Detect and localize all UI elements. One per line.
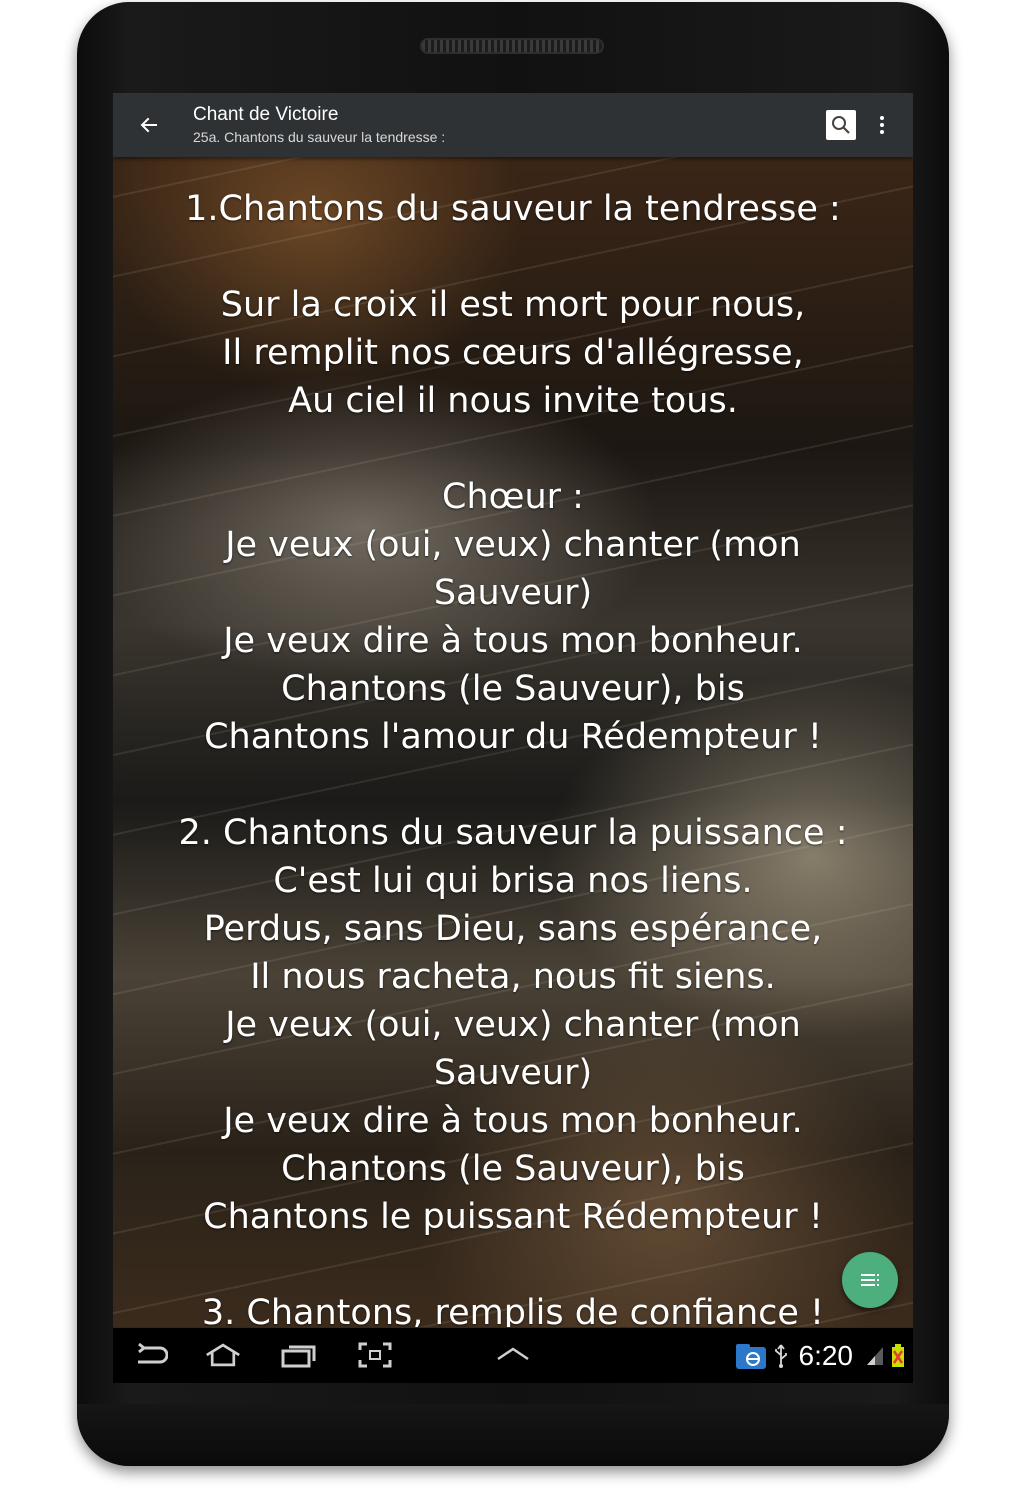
signal-icon	[867, 1347, 883, 1365]
app-bar: Chant de Victoire 25a. Chantons du sauve…	[113, 93, 913, 157]
nav-recents-icon	[281, 1345, 316, 1368]
status-area: 6:20	[735, 1334, 906, 1378]
search-icon	[832, 116, 850, 134]
back-button[interactable]	[133, 109, 165, 141]
screen: Chant de Victoire 25a. Chantons du sauve…	[113, 93, 913, 1383]
list-fab-button[interactable]	[842, 1252, 898, 1308]
status-clock: 6:20	[798, 1340, 854, 1371]
speaker-grille	[420, 38, 604, 54]
lyrics-view[interactable]: 1.Chantons du sauveur la tendresse : Sur…	[113, 157, 913, 1327]
nav-home-icon	[206, 1343, 240, 1367]
title-block: Chant de Victoire 25a. Chantons du sauve…	[193, 103, 445, 147]
list-icon	[861, 1274, 879, 1286]
chevron-up-icon	[497, 1347, 529, 1361]
file-manager-notification-icon	[735, 1344, 766, 1369]
overflow-menu-button[interactable]	[869, 110, 895, 140]
page-title: Chant de Victoire	[193, 104, 339, 125]
nav-recents-button[interactable]	[281, 1340, 317, 1370]
page-subtitle: 25a. Chantons du sauveur la tendresse :	[193, 129, 446, 145]
usb-icon	[774, 1344, 787, 1368]
search-button[interactable]	[826, 110, 856, 140]
nav-back-icon	[138, 1342, 168, 1364]
nav-up-button[interactable]	[495, 1340, 531, 1370]
screenshot-button[interactable]	[357, 1340, 393, 1370]
battery-icon	[892, 1344, 904, 1367]
lyrics-text: 1.Chantons du sauveur la tendresse : Sur…	[178, 189, 848, 1327]
back-arrow-icon	[140, 117, 157, 133]
screenshot-icon	[358, 1342, 392, 1368]
more-vert-icon	[880, 116, 884, 120]
nav-back-button[interactable]	[133, 1340, 169, 1370]
system-nav-bar: 6:20	[113, 1327, 913, 1383]
nav-home-button[interactable]	[205, 1340, 241, 1370]
